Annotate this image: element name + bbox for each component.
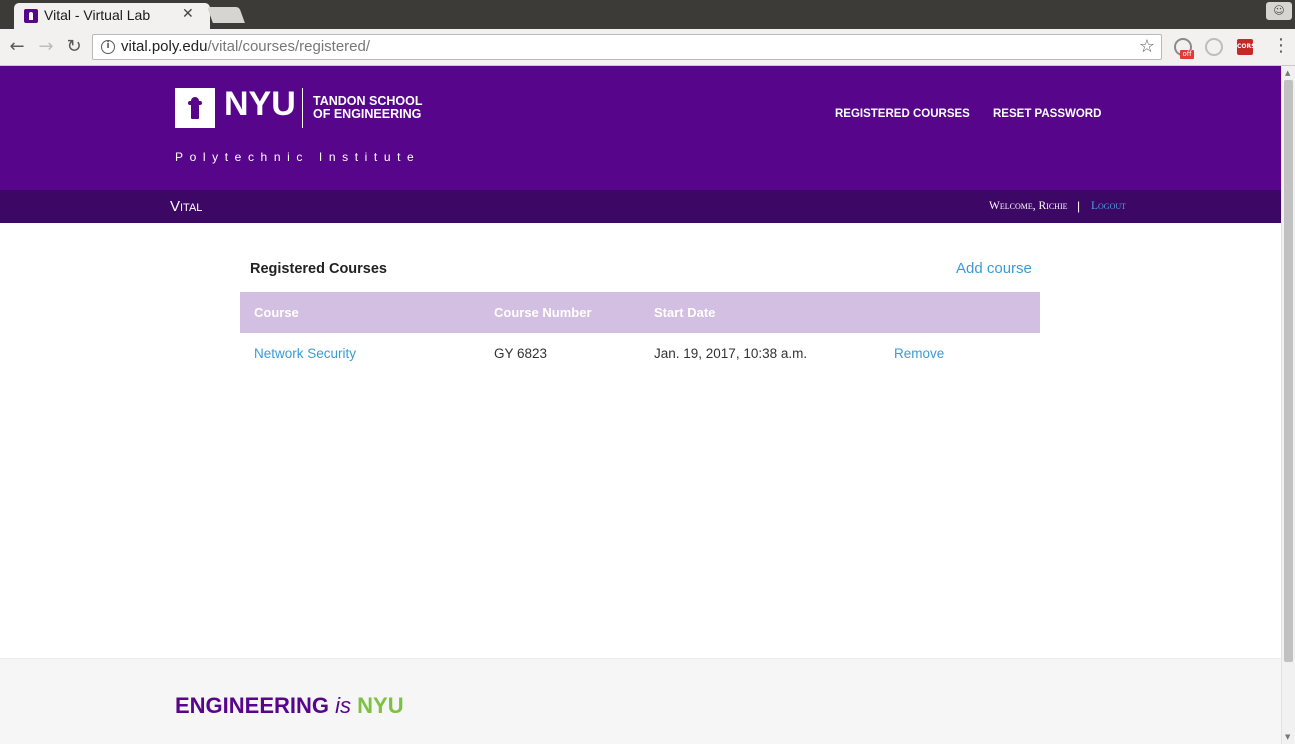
nyu-favicon-icon [24, 9, 38, 23]
info-icon[interactable]: i [101, 40, 115, 54]
column-header-course-number: Course Number [494, 305, 592, 320]
separator: | [1077, 199, 1081, 213]
extension-off-badge: off [1180, 50, 1194, 59]
new-tab-button[interactable] [207, 7, 245, 23]
logo-divider [302, 88, 303, 128]
site-footer: ENGINEERING is NYU [0, 658, 1281, 744]
course-link[interactable]: Network Security [254, 346, 356, 361]
add-course-link[interactable]: Add course [956, 260, 1032, 277]
course-number: GY 6823 [494, 346, 548, 361]
institute-subtitle: Polytechnic Institute [175, 150, 421, 164]
remove-course-link[interactable]: Remove [894, 346, 944, 361]
footer-tagline: ENGINEERING is NYU [175, 693, 404, 719]
start-date: Jan. 19, 2017, 10:38 a.m. [654, 346, 808, 361]
page-title: Registered Courses [250, 261, 387, 277]
browser-tab[interactable]: Vital - Virtual Lab ✕ [14, 3, 210, 29]
extension-icon-2[interactable] [1205, 38, 1223, 56]
browser-toolbar: ← → ↻ i vital.poly.edu/vital/courses/reg… [0, 29, 1295, 66]
nav-registered-courses[interactable]: REGISTERED COURSES [835, 108, 970, 120]
page-viewport: NYU TANDON SCHOOL OF ENGINEERING Polytec… [0, 66, 1281, 744]
nyu-torch-logo-icon[interactable] [175, 88, 215, 128]
courses-table: Course Course Number Start Date Network … [240, 292, 1040, 374]
site-header: NYU TANDON SCHOOL OF ENGINEERING Polytec… [0, 66, 1281, 190]
address-bar[interactable]: i vital.poly.edu/vital/courses/registere… [92, 34, 1162, 60]
welcome-text: Welcome, Richie [989, 200, 1068, 212]
close-icon[interactable]: ✕ [182, 6, 194, 22]
profile-icon[interactable]: ☺ [1266, 2, 1292, 20]
scroll-down-icon[interactable]: ▼ [1285, 733, 1290, 741]
nav-reset-password[interactable]: RESET PASSWORD [993, 108, 1101, 120]
reload-icon[interactable]: ↻ [63, 36, 85, 58]
table-header: Course Course Number Start Date [240, 292, 1040, 333]
page-scrollbar[interactable]: ▲ ▼ [1281, 66, 1295, 744]
browser-tabstrip: Vital - Virtual Lab ✕ ☺ [0, 0, 1295, 29]
tagline-engineering: ENGINEERING [175, 693, 330, 718]
star-icon[interactable]: ☆ [1139, 36, 1155, 57]
column-header-course: Course [254, 305, 299, 320]
scroll-thumb[interactable] [1284, 80, 1293, 662]
tagline-nyu: NYU [357, 693, 404, 718]
back-icon[interactable]: ← [6, 36, 28, 58]
logo-wordmark[interactable]: NYU [224, 85, 296, 124]
url-path: /vital/courses/registered/ [207, 38, 371, 55]
app-brand[interactable]: Vital [170, 198, 202, 215]
menu-icon[interactable]: ⋮ [1272, 35, 1290, 56]
table-row: Network Security GY 6823 Jan. 19, 2017, … [240, 333, 1040, 374]
scroll-up-icon[interactable]: ▲ [1285, 69, 1290, 77]
school-name: TANDON SCHOOL OF ENGINEERING [313, 95, 423, 121]
app-bar: Vital Welcome, Richie | Logout [0, 190, 1281, 223]
tagline-is: is [335, 693, 352, 718]
tab-title: Vital - Virtual Lab [44, 7, 151, 23]
school-name-line2: OF ENGINEERING [313, 107, 422, 121]
column-header-start-date: Start Date [654, 305, 716, 320]
torch-icon [188, 97, 202, 119]
logout-link[interactable]: Logout [1091, 200, 1126, 212]
cors-extension-icon[interactable]: CORS [1237, 39, 1255, 55]
url-host: vital.poly.edu [121, 38, 208, 55]
forward-icon[interactable]: → [35, 36, 57, 58]
url-text[interactable]: vital.poly.edu/vital/courses/registered/ [121, 38, 370, 55]
